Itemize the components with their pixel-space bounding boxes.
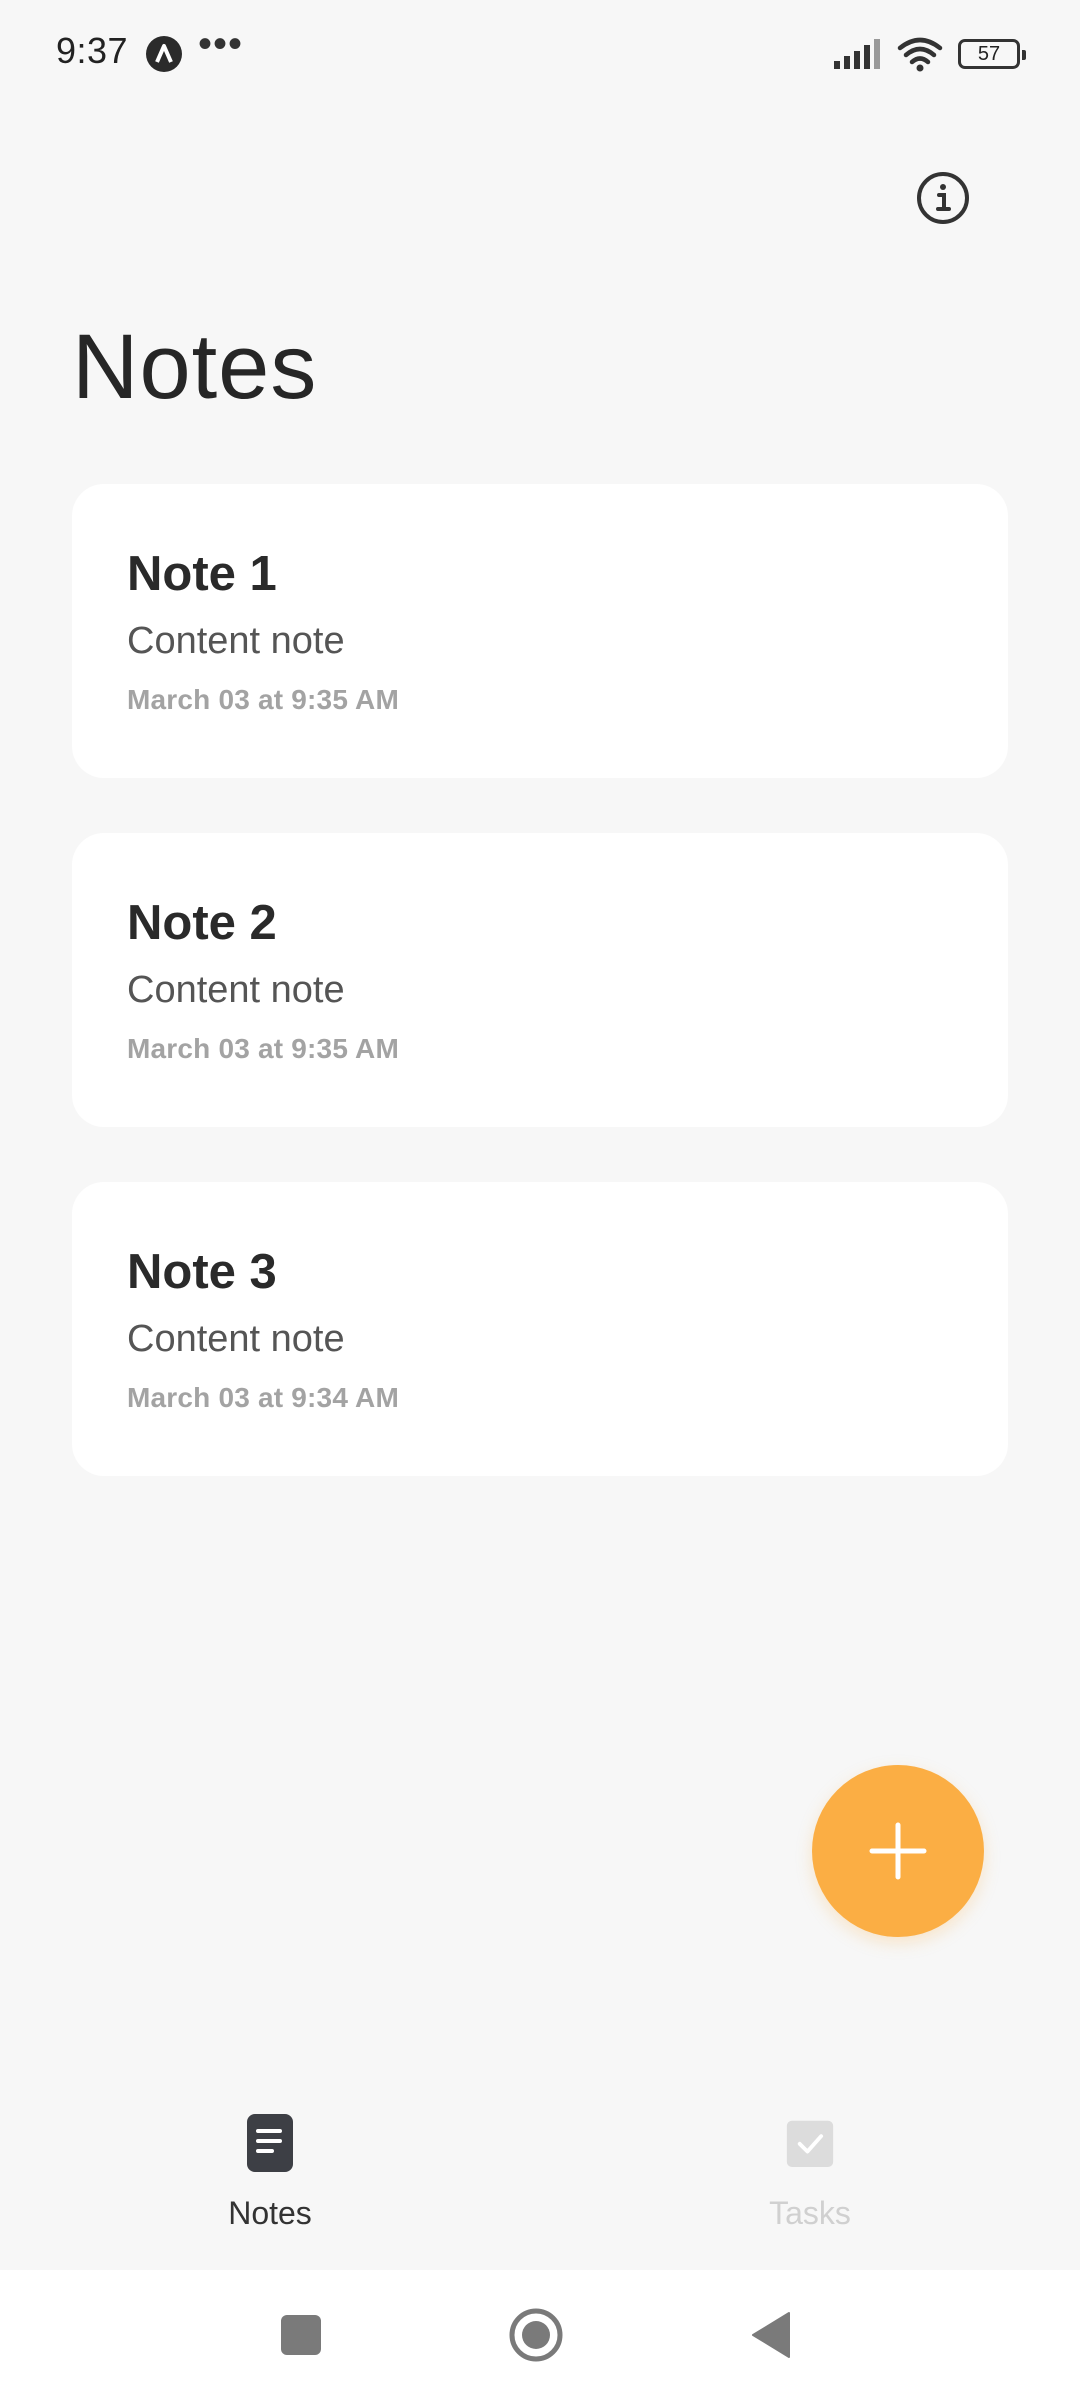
plus-icon	[869, 1822, 927, 1880]
tab-tasks[interactable]: Tasks	[660, 2090, 960, 2260]
more-notifications-icon: •••	[198, 22, 244, 66]
note-content: Content note	[127, 1318, 345, 1360]
recents-button[interactable]	[241, 2270, 361, 2400]
note-card[interactable]: Note 2 Content note March 03 at 9:35 AM	[72, 833, 1008, 1127]
signal-icon	[834, 39, 880, 69]
status-icons: 57	[832, 34, 1026, 74]
square-icon	[281, 2315, 321, 2355]
status-time: 9:37	[56, 30, 129, 71]
info-circle-icon	[917, 172, 969, 224]
tab-notes-label: Notes	[228, 2195, 312, 2231]
app-notification-icon	[146, 36, 182, 72]
note-title: Note 1	[127, 547, 277, 601]
notes-screen: 9:37 ••• 57 Notes Note 1 Content note Ma…	[0, 0, 1080, 2400]
triangle-back-icon	[752, 2312, 790, 2358]
info-button[interactable]	[915, 170, 971, 226]
battery-icon: 57	[958, 39, 1026, 69]
add-note-button[interactable]	[812, 1765, 984, 1937]
wifi-icon	[897, 37, 943, 72]
bottom-navigation: Notes Tasks	[0, 2090, 1080, 2270]
system-navigation-bar	[0, 2270, 1080, 2400]
tab-tasks-label: Tasks	[769, 2195, 851, 2231]
notes-list: Note 1 Content note March 03 at 9:35 AM …	[72, 484, 1008, 1531]
note-date: March 03 at 9:35 AM	[127, 1033, 399, 1064]
note-document-icon	[247, 2114, 293, 2172]
note-date: March 03 at 9:34 AM	[127, 1382, 399, 1413]
note-card[interactable]: Note 3 Content note March 03 at 9:34 AM	[72, 1182, 1008, 1476]
note-title: Note 2	[127, 896, 277, 950]
note-content: Content note	[127, 969, 345, 1011]
back-button[interactable]	[711, 2270, 831, 2400]
note-content: Content note	[127, 620, 345, 662]
note-title: Note 3	[127, 1245, 277, 1299]
home-button[interactable]	[476, 2270, 596, 2400]
note-date: March 03 at 9:35 AM	[127, 684, 399, 715]
note-card[interactable]: Note 1 Content note March 03 at 9:35 AM	[72, 484, 1008, 778]
status-bar: 9:37 ••• 57	[0, 0, 1080, 110]
checkbox-icon	[786, 2120, 834, 2167]
battery-level: 57	[977, 42, 1001, 65]
page-title: Notes	[72, 316, 318, 418]
circle-icon	[509, 2308, 563, 2362]
tab-notes[interactable]: Notes	[120, 2090, 420, 2260]
